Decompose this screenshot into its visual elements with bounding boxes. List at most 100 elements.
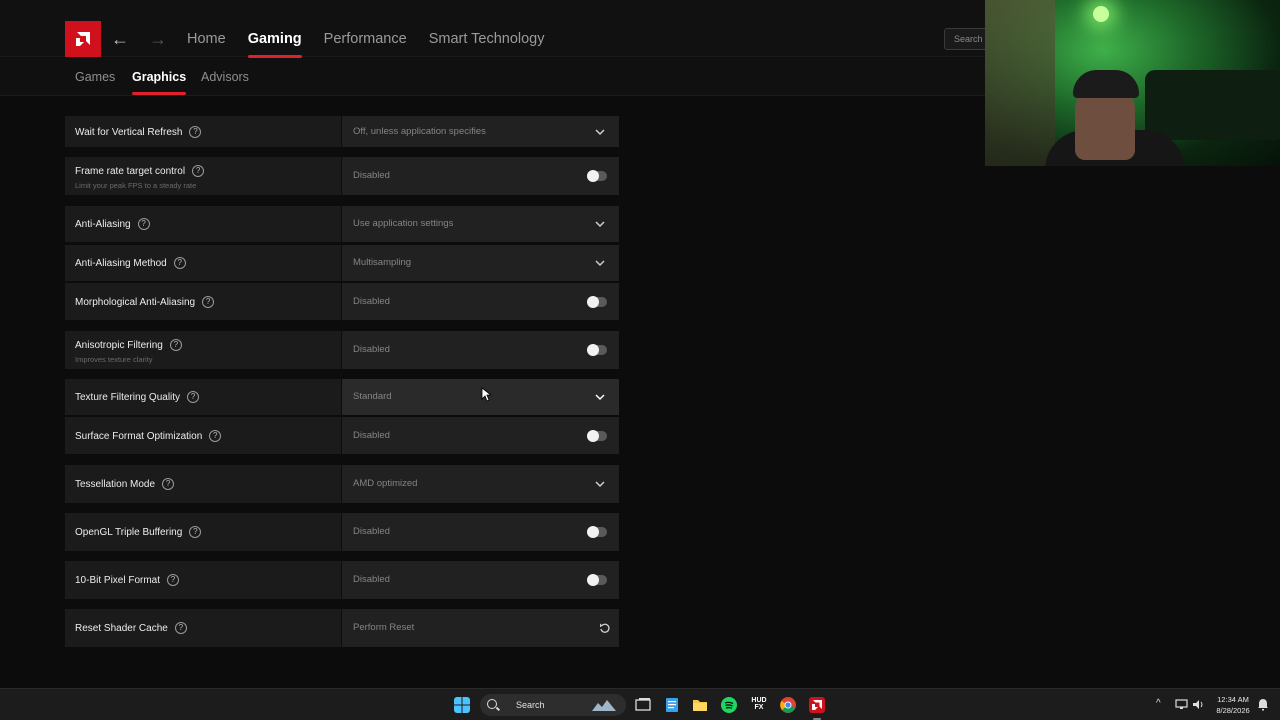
subtab-games[interactable]: Games — [75, 70, 115, 84]
setting-value: AMD optimized — [353, 478, 418, 489]
toggle-switch[interactable] — [587, 430, 607, 442]
tab-smart-technology[interactable]: Smart Technology — [429, 31, 545, 57]
toggle-switch[interactable] — [587, 296, 607, 308]
system-clock[interactable]: 12:34 AM 8/28/2026 — [1210, 694, 1256, 716]
setting-value: Perform Reset — [353, 622, 415, 633]
setting-row-texture-filtering-quality: Texture Filtering Quality? Standard — [65, 379, 619, 415]
setting-row-morphological-anti-aliasing: Morphological Anti-Aliasing? Disabled — [65, 283, 619, 320]
help-icon[interactable]: ? — [169, 339, 182, 351]
setting-value: Off, unless application specifies — [353, 126, 486, 137]
reset-shader-cache-button[interactable]: Perform Reset — [342, 609, 619, 647]
chevron-down-icon[interactable] — [595, 219, 605, 229]
tab-performance[interactable]: Performance — [324, 31, 407, 57]
help-icon[interactable]: ? — [202, 296, 215, 308]
setting-label-cell: 10-Bit Pixel Format? — [65, 561, 341, 599]
setting-value: Disabled — [353, 526, 390, 537]
help-icon[interactable]: ? — [173, 257, 186, 269]
help-icon[interactable]: ? — [174, 622, 187, 634]
help-icon[interactable]: ? — [209, 430, 222, 442]
setting-dropdown[interactable]: Use application settings — [342, 206, 619, 242]
setting-row-surface-format-optimization: Surface Format Optimization? Disabled — [65, 417, 619, 454]
chevron-up-icon[interactable]: ^ — [1156, 698, 1161, 709]
setting-label-cell: Wait for Vertical Refresh? — [65, 116, 341, 147]
amd-software-icon[interactable] — [809, 697, 825, 713]
setting-label-cell: Anti-Aliasing Method? — [65, 245, 341, 281]
tab-home[interactable]: Home — [187, 31, 226, 57]
setting-name: 10-Bit Pixel Format — [75, 574, 161, 586]
toggle-switch[interactable] — [587, 526, 607, 538]
setting-label-cell: OpenGL Triple Buffering? — [65, 513, 341, 551]
amd-software-window: ← → Home Gaming Performance Smart Technolog… — [0, 0, 1280, 688]
setting-toggle-control[interactable]: Disabled — [342, 283, 619, 320]
file-explorer-icon[interactable] — [692, 697, 708, 713]
search-highlight-icon — [592, 700, 616, 711]
setting-value: Standard — [353, 391, 392, 402]
setting-value: Disabled — [353, 574, 390, 585]
setting-label-cell: Reset Shader Cache? — [65, 609, 341, 647]
clock-time: 12:34 AM — [1217, 695, 1249, 704]
setting-name: Reset Shader Cache — [75, 622, 168, 634]
setting-row-anti-aliasing-method: Anti-Aliasing Method? Multisampling — [65, 245, 619, 281]
setting-value: Disabled — [353, 170, 390, 181]
amd-logo-icon[interactable] — [65, 21, 101, 57]
help-icon[interactable]: ? — [189, 526, 202, 538]
setting-row-frame-rate-target-control: Frame rate target control? Limit your pea… — [65, 157, 619, 195]
setting-row-wait-for-vertical-refresh: Wait for Vertical Refresh? Off, unless ap… — [65, 116, 619, 147]
setting-toggle-control[interactable]: Disabled — [342, 513, 619, 551]
setting-row-reset-shader-cache: Reset Shader Cache? Perform Reset — [65, 609, 619, 647]
clock-date: 8/28/2026 — [1216, 706, 1250, 715]
setting-dropdown[interactable]: Multisampling — [342, 245, 619, 281]
help-icon[interactable]: ? — [167, 574, 180, 586]
setting-name: OpenGL Triple Buffering — [75, 526, 183, 538]
webcam-overlay — [985, 0, 1280, 166]
setting-dropdown[interactable]: AMD optimized — [342, 465, 619, 503]
setting-value: Disabled — [353, 296, 390, 307]
toggle-switch[interactable] — [587, 170, 607, 182]
help-icon[interactable]: ? — [192, 165, 205, 177]
setting-label-cell: Anisotropic Filtering? Improves texture c… — [65, 331, 341, 369]
help-icon[interactable]: ? — [187, 391, 200, 403]
setting-toggle-control[interactable]: Disabled — [342, 157, 619, 195]
setting-toggle-control[interactable]: Disabled — [342, 417, 619, 454]
help-icon[interactable]: ? — [162, 478, 175, 490]
notepad-icon[interactable] — [664, 697, 680, 713]
hudfx-icon[interactable]: HUD FX — [750, 697, 768, 713]
mouse-cursor-icon — [481, 387, 491, 402]
forward-arrow-icon[interactable]: → — [149, 30, 167, 48]
chevron-down-icon[interactable] — [595, 258, 605, 268]
reset-icon[interactable] — [599, 622, 611, 634]
setting-name: Wait for Vertical Refresh — [75, 126, 183, 138]
setting-row-anisotropic-filtering: Anisotropic Filtering? Improves texture c… — [65, 331, 619, 369]
toggle-switch[interactable] — [587, 574, 607, 586]
main-tabs: Home Gaming Performance Smart Technology — [187, 31, 566, 58]
setting-name: Anisotropic Filtering — [75, 339, 163, 351]
search-icon — [487, 699, 497, 709]
help-icon[interactable]: ? — [189, 126, 202, 138]
setting-value: Disabled — [353, 344, 390, 355]
setting-toggle-control[interactable]: Disabled — [342, 331, 619, 369]
setting-name: Texture Filtering Quality — [75, 391, 181, 403]
back-arrow-icon[interactable]: ← — [111, 30, 129, 48]
windows-start-icon[interactable] — [454, 697, 470, 713]
task-view-icon[interactable] — [635, 697, 651, 713]
tab-gaming[interactable]: Gaming — [247, 31, 302, 58]
toggle-switch[interactable] — [587, 344, 607, 356]
subtab-graphics[interactable]: Graphics — [132, 70, 187, 95]
volume-icon[interactable] — [1192, 699, 1204, 710]
notification-bell-icon[interactable] — [1257, 698, 1269, 711]
setting-row-tessellation-mode: Tessellation Mode? AMD optimized — [65, 465, 619, 503]
subtab-advisors[interactable]: Advisors — [201, 70, 249, 84]
spotify-icon[interactable] — [721, 697, 737, 713]
chevron-down-icon[interactable] — [595, 479, 605, 489]
network-icon[interactable] — [1175, 699, 1188, 710]
setting-dropdown[interactable]: Off, unless application specifies — [342, 116, 619, 147]
setting-toggle-control[interactable]: Disabled — [342, 561, 619, 599]
chevron-down-icon[interactable] — [595, 392, 605, 402]
setting-name: Anti-Aliasing Method — [75, 257, 167, 269]
windows-taskbar: Search HUD FX ^ 12:34 AM 8/28/2026 — [0, 688, 1280, 720]
help-icon[interactable]: ? — [137, 218, 150, 230]
chrome-icon[interactable] — [780, 697, 796, 713]
setting-name: Anti-Aliasing — [75, 218, 131, 230]
setting-value: Multisampling — [353, 257, 412, 268]
chevron-down-icon[interactable] — [595, 127, 605, 137]
